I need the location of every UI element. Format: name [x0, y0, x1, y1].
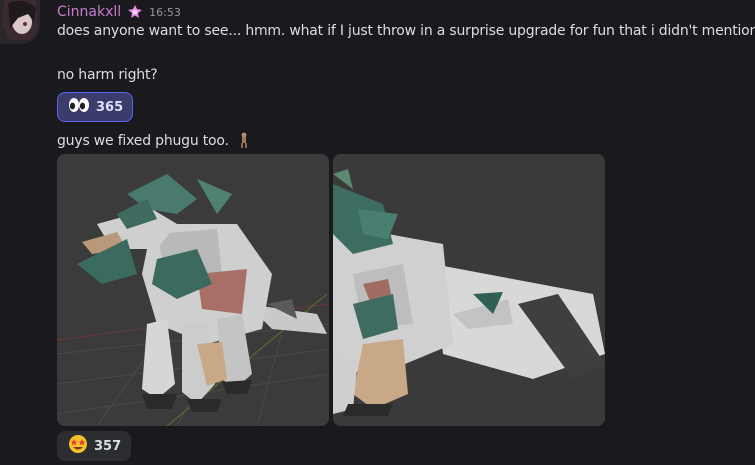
custom-emoji-icon[interactable] [237, 132, 251, 148]
avatar[interactable] [0, 0, 40, 44]
reaction-star-struck-button[interactable]: 357 [57, 431, 131, 461]
message-text-line-1: does anyone want to see... hmm. what if … [57, 23, 755, 39]
image-attachment[interactable] [57, 154, 329, 426]
timestamp: 16:53 [149, 5, 181, 19]
username[interactable]: Cinnakxll [57, 4, 121, 20]
message-header: Cinnakxll 16:53 [57, 2, 181, 22]
role-badge-icon [127, 4, 143, 20]
reaction-count: 357 [94, 438, 122, 454]
reaction-eyes-button[interactable]: 365 [57, 92, 133, 122]
message-text: guys we fixed phugu too. [57, 133, 229, 149]
reaction-count: 365 [96, 99, 124, 115]
chat-message: Cinnakxll 16:53 does anyone want to see.… [0, 0, 755, 465]
eyes-icon [68, 97, 90, 117]
message-text-line-2: no harm right? [57, 67, 158, 83]
message-text-line-3: guys we fixed phugu too. [57, 132, 251, 149]
image-attachment[interactable] [333, 154, 605, 426]
star-struck-icon [68, 434, 88, 458]
